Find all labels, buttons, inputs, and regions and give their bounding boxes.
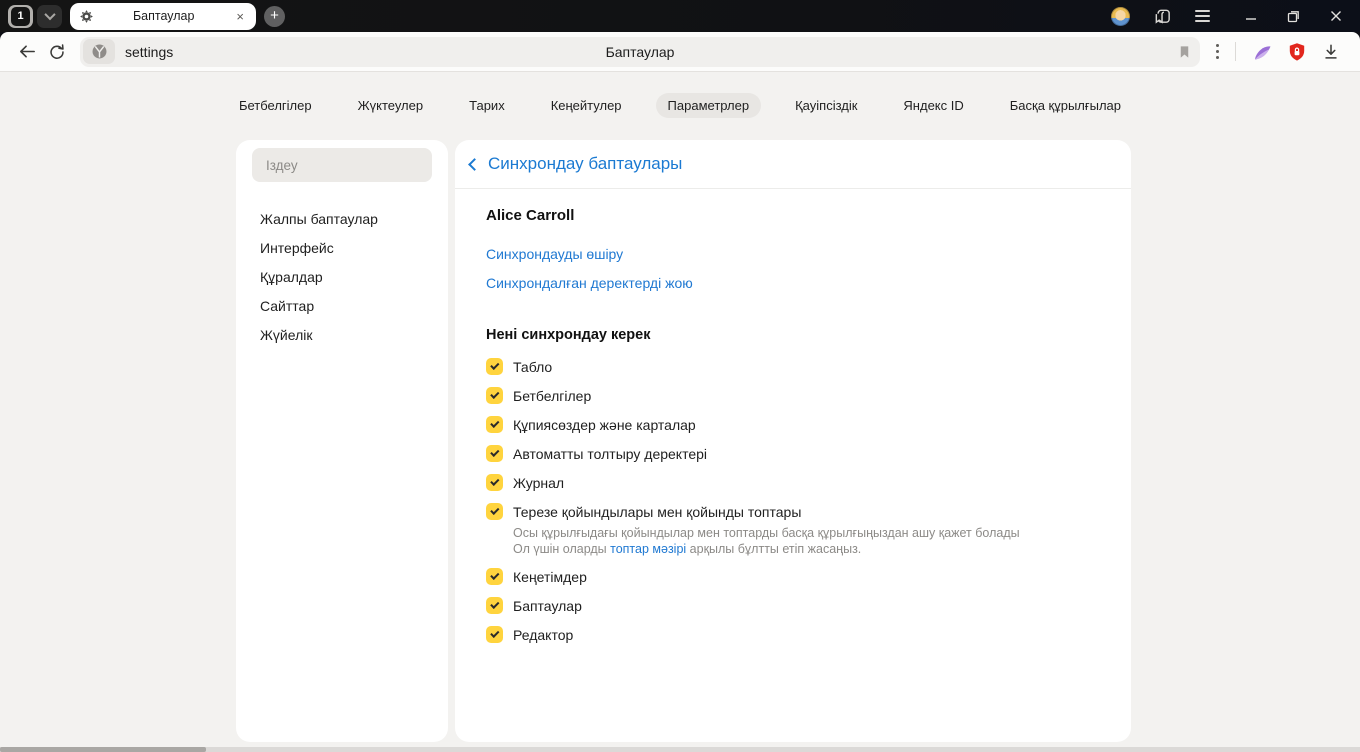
reload-button[interactable] [42, 37, 72, 67]
nav-tab-security[interactable]: Қауіпсіздік [783, 93, 869, 118]
horizontal-scrollbar-thumb[interactable] [0, 747, 206, 752]
menu-icon[interactable] [1195, 9, 1210, 23]
profile-avatar[interactable] [1111, 6, 1130, 26]
restore-button[interactable] [1287, 10, 1300, 23]
new-tab-button[interactable]: + [264, 5, 285, 27]
settings-nav-tabs: Бетбелгілер Жүктеулер Тарих Кеңейтулер П… [0, 72, 1360, 118]
sync-option-passwords-cards[interactable]: Құпиясөздер және карталар [486, 416, 1101, 433]
back-chevron-icon [468, 157, 481, 171]
gear-icon [79, 9, 94, 24]
protect-shield-icon[interactable] [1280, 37, 1314, 67]
downloads-icon[interactable] [1314, 37, 1348, 67]
settings-page: Бетбелгілер Жүктеулер Тарих Кеңейтулер П… [0, 72, 1360, 752]
sync-option-tableau[interactable]: Табло [486, 358, 1101, 375]
saved-tabs-panel-icon[interactable] [1153, 7, 1172, 26]
tabs-groups-description: Осы құрылғыдағы қойындылар мен топтарды … [513, 526, 1020, 556]
checkbox-checked-icon[interactable] [486, 416, 503, 433]
sidebar-item-general[interactable]: Жалпы баптаулар [252, 204, 432, 233]
feather-extension-icon[interactable] [1246, 37, 1280, 67]
checkbox-checked-icon[interactable] [486, 358, 503, 375]
sync-option-bookmarks[interactable]: Бетбелгілер [486, 387, 1101, 404]
checkbox-checked-icon[interactable] [486, 445, 503, 462]
browser-window: 1 Баптаулар × + settings Баптаулар Бетбе… [0, 0, 1360, 752]
sync-option-history[interactable]: Журнал [486, 474, 1101, 491]
url-text: settings [125, 43, 174, 60]
back-button[interactable] [12, 37, 42, 67]
sync-option-tabs-groups[interactable]: Терезе қойындылары мен қойынды топтары [486, 503, 1101, 520]
minimize-button[interactable] [1245, 10, 1257, 22]
omnibox-more-icon[interactable] [1210, 40, 1225, 62]
nav-tab-bookmarks[interactable]: Бетбелгілер [227, 93, 324, 118]
sidebar-item-tools[interactable]: Құралдар [252, 262, 432, 291]
checkbox-checked-icon[interactable] [486, 503, 503, 520]
checkbox-checked-icon[interactable] [486, 568, 503, 585]
site-favicon-chip[interactable] [83, 39, 115, 64]
tab-group-button[interactable]: 1 [8, 4, 33, 28]
sync-option-editor[interactable]: Редактор [486, 626, 1101, 643]
sidebar-item-interface[interactable]: Интерфейс [252, 233, 432, 262]
toolbar-divider [1235, 42, 1236, 61]
checkbox-checked-icon[interactable] [486, 626, 503, 643]
page-title: Синхрондау баптаулары [488, 154, 683, 173]
nav-tab-other-devices[interactable]: Басқа құрылғылар [998, 93, 1133, 118]
checkbox-checked-icon[interactable] [486, 597, 503, 614]
nav-tab-yandex-id[interactable]: Яндекс ID [891, 93, 975, 118]
bookmark-icon[interactable] [1177, 44, 1192, 60]
checkbox-checked-icon[interactable] [486, 474, 503, 491]
sync-option-settings[interactable]: Баптаулар [486, 597, 1101, 614]
horizontal-scrollbar[interactable] [0, 747, 1360, 752]
omnibox-page-title: Баптаулар [605, 43, 675, 60]
sync-settings-header[interactable]: Синхрондау баптаулары [455, 140, 1131, 189]
address-bar[interactable]: settings Баптаулар [80, 36, 1200, 67]
tab-settings[interactable]: Баптаулар × [70, 2, 256, 30]
groups-menu-link[interactable]: топтар мәзірі [610, 542, 686, 556]
chevron-down-icon [43, 8, 56, 21]
delete-synced-data-link[interactable]: Синхрондалған деректерді жою [486, 275, 693, 291]
search-input[interactable] [252, 148, 432, 182]
nav-tab-settings[interactable]: Параметрлер [655, 92, 762, 118]
tab-group-count: 1 [11, 6, 30, 26]
disable-sync-link[interactable]: Синхрондауды өшіру [486, 246, 623, 262]
sync-settings-panel: Синхрондау баптаулары Alice Carroll Синх… [455, 140, 1131, 742]
nav-tab-history[interactable]: Тарих [457, 93, 517, 118]
section-title: Нені синхрондау керек [486, 327, 651, 343]
sidebar-item-sites[interactable]: Сайттар [252, 291, 432, 320]
tab-list-dropdown-button[interactable] [37, 4, 62, 28]
yandex-browser-icon [92, 44, 106, 59]
sync-option-extensions[interactable]: Кеңетімдер [486, 568, 1101, 585]
settings-sidebar: Жалпы баптаулар Интерфейс Құралдар Сайтт… [236, 140, 448, 742]
checkbox-checked-icon[interactable] [486, 387, 503, 404]
browser-toolbar: settings Баптаулар [0, 32, 1360, 72]
close-window-button[interactable] [1330, 10, 1342, 22]
nav-tab-downloads[interactable]: Жүктеулер [346, 93, 436, 118]
sync-option-autofill[interactable]: Автоматты толтыру деректері [486, 445, 1101, 462]
tab-close-icon[interactable]: × [233, 8, 247, 25]
sidebar-list: Жалпы баптаулар Интерфейс Құралдар Сайтт… [252, 204, 432, 349]
tab-bar: 1 Баптаулар × + [0, 0, 1360, 32]
sidebar-item-system[interactable]: Жүйелік [252, 320, 432, 349]
nav-tab-extensions[interactable]: Кеңейтулер [539, 93, 634, 118]
tab-title: Баптаулар [132, 9, 195, 23]
account-name: Alice Carroll [486, 207, 575, 224]
